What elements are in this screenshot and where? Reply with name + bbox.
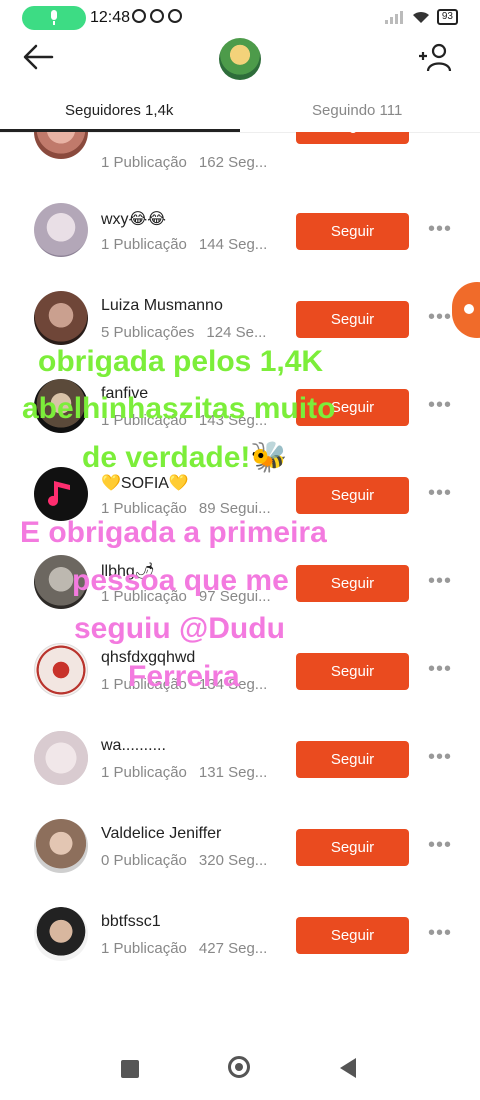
more-options-icon[interactable]: •••	[428, 218, 452, 241]
user-name: 💛SOFIA💛	[101, 475, 189, 492]
whatsapp-icon	[132, 9, 146, 23]
back-arrow-icon[interactable]	[22, 42, 54, 72]
follow-button[interactable]: Seguir	[296, 132, 409, 144]
avatar	[34, 467, 88, 521]
back-icon[interactable]	[340, 1058, 356, 1078]
avatar	[34, 203, 88, 257]
user-meta: 5 Publicações 124 Se...	[101, 324, 267, 341]
profile-avatar[interactable]	[219, 38, 261, 80]
avatar	[34, 819, 88, 873]
status-bar: 12:48 93	[0, 0, 480, 36]
follow-button[interactable]: Seguir	[296, 213, 409, 250]
system-nav-bar	[0, 1040, 480, 1100]
more-options-icon[interactable]: •••	[428, 834, 452, 857]
user-meta: 1 Publicação 144 Seg...	[101, 236, 268, 253]
user-meta: 1 Publicação 131 Seg...	[101, 764, 268, 781]
follow-button[interactable]: Seguir	[296, 829, 409, 866]
avatar	[34, 643, 88, 697]
home-icon[interactable]	[228, 1056, 250, 1078]
follow-button[interactable]: Seguir	[296, 917, 409, 954]
chat-icon	[150, 9, 164, 23]
list-item[interactable]: wxy😂😂 1 Publicação 144 Seg... Seguir •••	[0, 198, 480, 286]
tab-followers[interactable]: Seguidores 1,4k	[65, 102, 173, 119]
list-item[interactable]: Valdelice Jeniffer 0 Publicação 320 Seg..…	[0, 814, 480, 902]
list-item[interactable]: bbtfssc1 1 Publicação 427 Seg... Seguir •…	[0, 902, 480, 990]
user-name: Luiza Musmanno	[101, 297, 223, 314]
microphone-icon	[51, 10, 57, 25]
recents-icon[interactable]	[121, 1060, 139, 1078]
caption-line: E obrigada a primeira	[20, 516, 327, 549]
follow-button[interactable]: Seguir	[296, 477, 409, 514]
notification-icons	[132, 9, 182, 23]
follow-button[interactable]: Seguir	[296, 301, 409, 338]
user-meta: 1 Publicação 162 Seg...	[101, 154, 268, 171]
list-item[interactable]: 1 Publicação162 Seg... Seguir	[0, 132, 480, 176]
user-meta: 1 Publicação 427 Seg...	[101, 940, 268, 957]
video-icon	[168, 9, 182, 23]
user-name: bbtfssc1	[101, 913, 161, 930]
more-options-icon[interactable]: •••	[428, 306, 452, 329]
more-options-icon[interactable]: •••	[428, 658, 452, 681]
follow-button[interactable]: Seguir	[296, 741, 409, 778]
caption-line: Ferreira	[128, 660, 240, 693]
caption-line: abelhinhaszitas muito	[22, 392, 336, 425]
tab-following[interactable]: Seguindo 111	[312, 102, 402, 119]
follow-button[interactable]: Seguir	[296, 653, 409, 690]
user-name: Valdelice Jeniffer	[101, 825, 222, 842]
user-meta: 0 Publicação 320 Seg...	[101, 852, 268, 869]
avatar	[34, 907, 88, 961]
signal-icon	[384, 11, 403, 24]
caption-line: pessoa que me	[72, 564, 289, 597]
avatar	[34, 291, 88, 345]
user-name: wa..........	[101, 737, 166, 754]
status-time: 12:48	[90, 9, 131, 26]
more-options-icon[interactable]: •••	[428, 570, 452, 593]
wifi-icon	[412, 11, 429, 23]
battery-icon: 93	[436, 9, 458, 25]
list-item[interactable]: qhsfdxgqhwd 1 Publicação 134 Seg... Segui…	[0, 638, 480, 726]
user-name: wxy😂😂	[101, 211, 166, 228]
caption-line: obrigada pelos 1,4K	[38, 345, 324, 378]
add-user-icon[interactable]	[418, 42, 452, 72]
more-options-icon[interactable]: •••	[428, 482, 452, 505]
follow-button[interactable]: Seguir	[296, 565, 409, 602]
avatar	[34, 132, 88, 159]
list-item[interactable]: wa.......... 1 Publicação 131 Seg... Segu…	[0, 726, 480, 814]
more-options-icon[interactable]: •••	[428, 746, 452, 769]
caption-line: de verdade!🐝	[82, 441, 288, 474]
more-options-icon[interactable]: •••	[428, 394, 452, 417]
caption-line: seguiu @Dudu	[74, 612, 285, 645]
music-note-icon	[48, 481, 70, 506]
avatar	[34, 731, 88, 785]
more-options-icon[interactable]: •••	[428, 922, 452, 945]
microphone-indicator	[22, 6, 86, 30]
tab-bar: Seguidores 1,4k Seguindo 111	[0, 96, 480, 133]
user-meta: 1 Publicação 89 Segui...	[101, 500, 271, 517]
status-right: 93	[384, 9, 458, 25]
